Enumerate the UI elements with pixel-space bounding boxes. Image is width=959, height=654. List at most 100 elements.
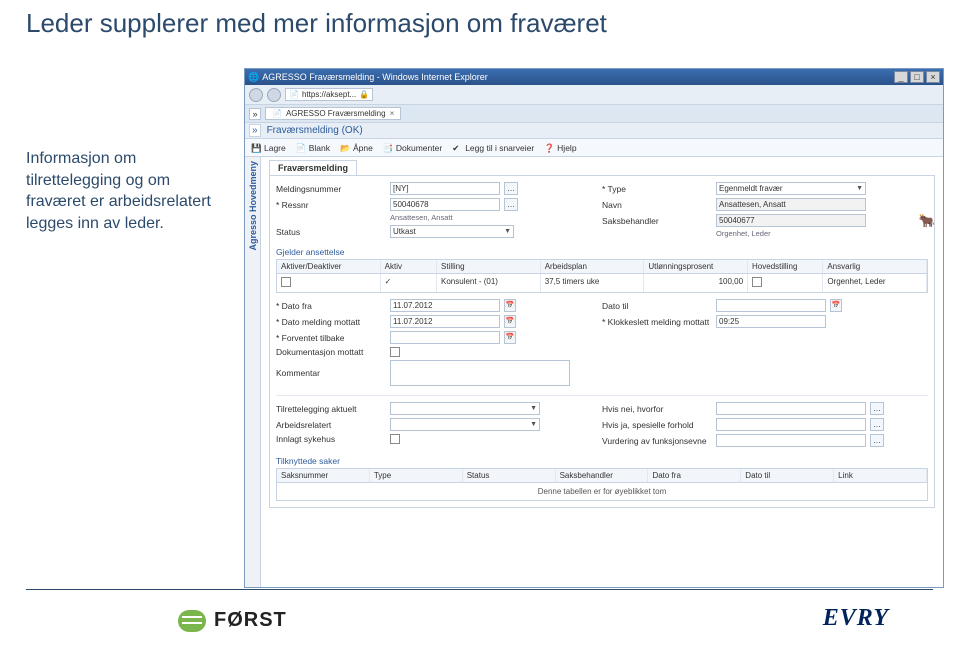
grid-header: Status	[463, 469, 556, 482]
calendar-icon[interactable]: 📅	[830, 299, 842, 312]
ressnr-input[interactable]: 50040678	[390, 198, 500, 211]
tab-label: AGRESSO Fraværsmelding	[286, 109, 386, 118]
kommentar-input[interactable]	[390, 360, 570, 386]
saksbehandler-subtext: Orgenhet, Leder	[716, 229, 928, 238]
hvis-ja-input[interactable]	[716, 418, 866, 431]
window-titlebar: 🌐 AGRESSO Fraværsmelding - Windows Inter…	[245, 69, 943, 85]
side-note-text: Informasjon om tilrettelegging og om fra…	[26, 148, 226, 234]
toolbar-blank[interactable]: 📄Blank	[296, 143, 330, 153]
ie-icon: 🌐	[248, 72, 259, 83]
status-value: Utkast	[393, 227, 416, 236]
toolbar-lagre-label: Lagre	[264, 143, 286, 153]
meldingsnummer-lookup-button[interactable]: …	[504, 182, 518, 195]
aktiver-checkbox[interactable]	[281, 277, 291, 287]
dato-fra-label: Dato fra	[276, 301, 386, 311]
form-tab[interactable]: Fraværsmelding	[269, 160, 357, 175]
chevron-down-icon: ▼	[530, 405, 537, 412]
hvis-nei-input[interactable]	[716, 402, 866, 415]
browser-tab[interactable]: 📄 AGRESSO Fraværsmelding ×	[265, 107, 401, 120]
toolbar-hjelp[interactable]: ❓Hjelp	[544, 143, 576, 153]
page-icon: 📄	[289, 90, 299, 99]
ansettelse-row[interactable]: ✓ Konsulent - (01) 37,5 timers uke 100,0…	[277, 274, 927, 292]
ressnr-subtext: Ansattesen, Ansatt	[390, 213, 602, 222]
dato-mottatt-label: Dato melding mottatt	[276, 317, 386, 327]
dok-mottatt-label: Dokumentasjon mottatt	[276, 347, 386, 357]
vurdering-label: Vurdering av funksjonsevne	[602, 436, 712, 446]
hvis-nei-expand-button[interactable]: …	[870, 402, 884, 415]
calendar-icon[interactable]: 📅	[504, 315, 516, 328]
klokke-input[interactable]: 09:25	[716, 315, 826, 328]
app-page-title: Fraværsmelding (OK)	[267, 125, 363, 136]
toolbar: 💾Lagre 📄Blank 📂Åpne 📑Dokumenter ✔Legg ti…	[245, 139, 943, 157]
dok-mottatt-checkbox[interactable]	[390, 347, 400, 357]
side-menu[interactable]: Agresso Hovedmeny	[245, 157, 261, 587]
app-header-chevron[interactable]: »	[249, 124, 261, 137]
dato-til-input[interactable]	[716, 299, 826, 312]
toolbar-apne[interactable]: 📂Åpne	[340, 143, 373, 153]
window-minimize-button[interactable]: _	[894, 71, 908, 83]
nav-back-button[interactable]	[249, 88, 263, 102]
saksbehandler-input: 50040677	[716, 214, 866, 227]
innlagt-checkbox[interactable]	[390, 434, 400, 444]
browser-tabs-row: » 📄 AGRESSO Fraværsmelding ×	[245, 105, 943, 123]
hvis-ja-expand-button[interactable]: …	[870, 418, 884, 431]
meldingsnummer-label: Meldingsnummer	[276, 184, 386, 194]
vurdering-input[interactable]	[716, 434, 866, 447]
toolbar-snarveier[interactable]: ✔Legg til i snarveier	[452, 143, 534, 153]
forst-badge-icon	[178, 610, 206, 632]
grid-cell-aktiv: ✓	[381, 274, 437, 292]
grid-header: Ansvarlig	[823, 260, 927, 273]
navn-label: Navn	[602, 200, 712, 210]
calendar-icon[interactable]: 📅	[504, 331, 516, 344]
toolbar-blank-label: Blank	[309, 143, 330, 153]
tab-close-icon[interactable]: ×	[390, 109, 395, 118]
forst-logo-text: FØRST	[214, 609, 287, 632]
grid-cell-arbeidsplan: 37,5 timers uke	[541, 274, 645, 292]
arbeidsrelatert-select[interactable]: ▼	[390, 418, 540, 431]
status-label: Status	[276, 227, 386, 237]
slide-title: Leder supplerer med mer informasjon om f…	[26, 8, 959, 39]
grid-header: Dato til	[741, 469, 834, 482]
vurdering-expand-button[interactable]: …	[870, 434, 884, 447]
documents-icon: 📑	[383, 143, 393, 153]
saker-grid: Saksnummer Type Status Saksbehandler Dat…	[276, 468, 928, 501]
tilrettelegging-select[interactable]: ▼	[390, 402, 540, 415]
lock-icon: 🔒	[359, 90, 369, 99]
toolbar-snarveier-label: Legg til i snarveier	[465, 143, 534, 153]
calendar-icon[interactable]: 📅	[504, 299, 516, 312]
status-select[interactable]: Utkast▼	[390, 225, 514, 238]
grid-cell	[748, 274, 823, 292]
toolbar-lagre[interactable]: 💾Lagre	[251, 143, 286, 153]
meldingsnummer-input[interactable]: [NY]	[390, 182, 500, 195]
hovedstilling-checkbox[interactable]	[752, 277, 762, 287]
url-field[interactable]: 📄 https://aksept... 🔒	[285, 88, 373, 101]
innlagt-label: Innlagt sykehus	[276, 434, 386, 444]
dato-fra-input[interactable]: 11.07.2012	[390, 299, 500, 312]
window-maximize-button[interactable]: □	[910, 71, 924, 83]
navn-input: Ansattesen, Ansatt	[716, 198, 866, 211]
forventet-input[interactable]	[390, 331, 500, 344]
chevron-down-icon: ▼	[856, 185, 863, 192]
saker-title: Tilknyttede saker	[276, 456, 928, 466]
hvis-nei-label: Hvis nei, hvorfor	[602, 404, 712, 414]
window-title: AGRESSO Fraværsmelding - Windows Interne…	[262, 72, 892, 82]
evry-logo: EVRY	[823, 605, 889, 632]
tilrettelegging-label: Tilrettelegging aktuelt	[276, 404, 386, 414]
saksbehandler-label: Saksbehandler	[602, 216, 712, 226]
grid-header: Aktiver/Deaktiver	[277, 260, 381, 273]
ressnr-label: Ressnr	[276, 200, 386, 210]
kommentar-label: Kommentar	[276, 368, 386, 378]
dato-mottatt-input[interactable]: 11.07.2012	[390, 315, 500, 328]
ressnr-lookup-button[interactable]: …	[504, 198, 518, 211]
type-select[interactable]: Egenmeldt fravær▼	[716, 182, 866, 195]
window-close-button[interactable]: ×	[926, 71, 940, 83]
chevron-down-icon: ▼	[530, 421, 537, 428]
arbeidsrelatert-label: Arbeidsrelatert	[276, 420, 386, 430]
toolbar-hjelp-label: Hjelp	[557, 143, 576, 153]
chevron-button[interactable]: »	[249, 108, 261, 120]
blank-icon: 📄	[296, 143, 306, 153]
nav-forward-button[interactable]	[267, 88, 281, 102]
type-label: Type	[602, 184, 712, 194]
toolbar-dokumenter[interactable]: 📑Dokumenter	[383, 143, 442, 153]
footer-divider	[26, 589, 933, 590]
